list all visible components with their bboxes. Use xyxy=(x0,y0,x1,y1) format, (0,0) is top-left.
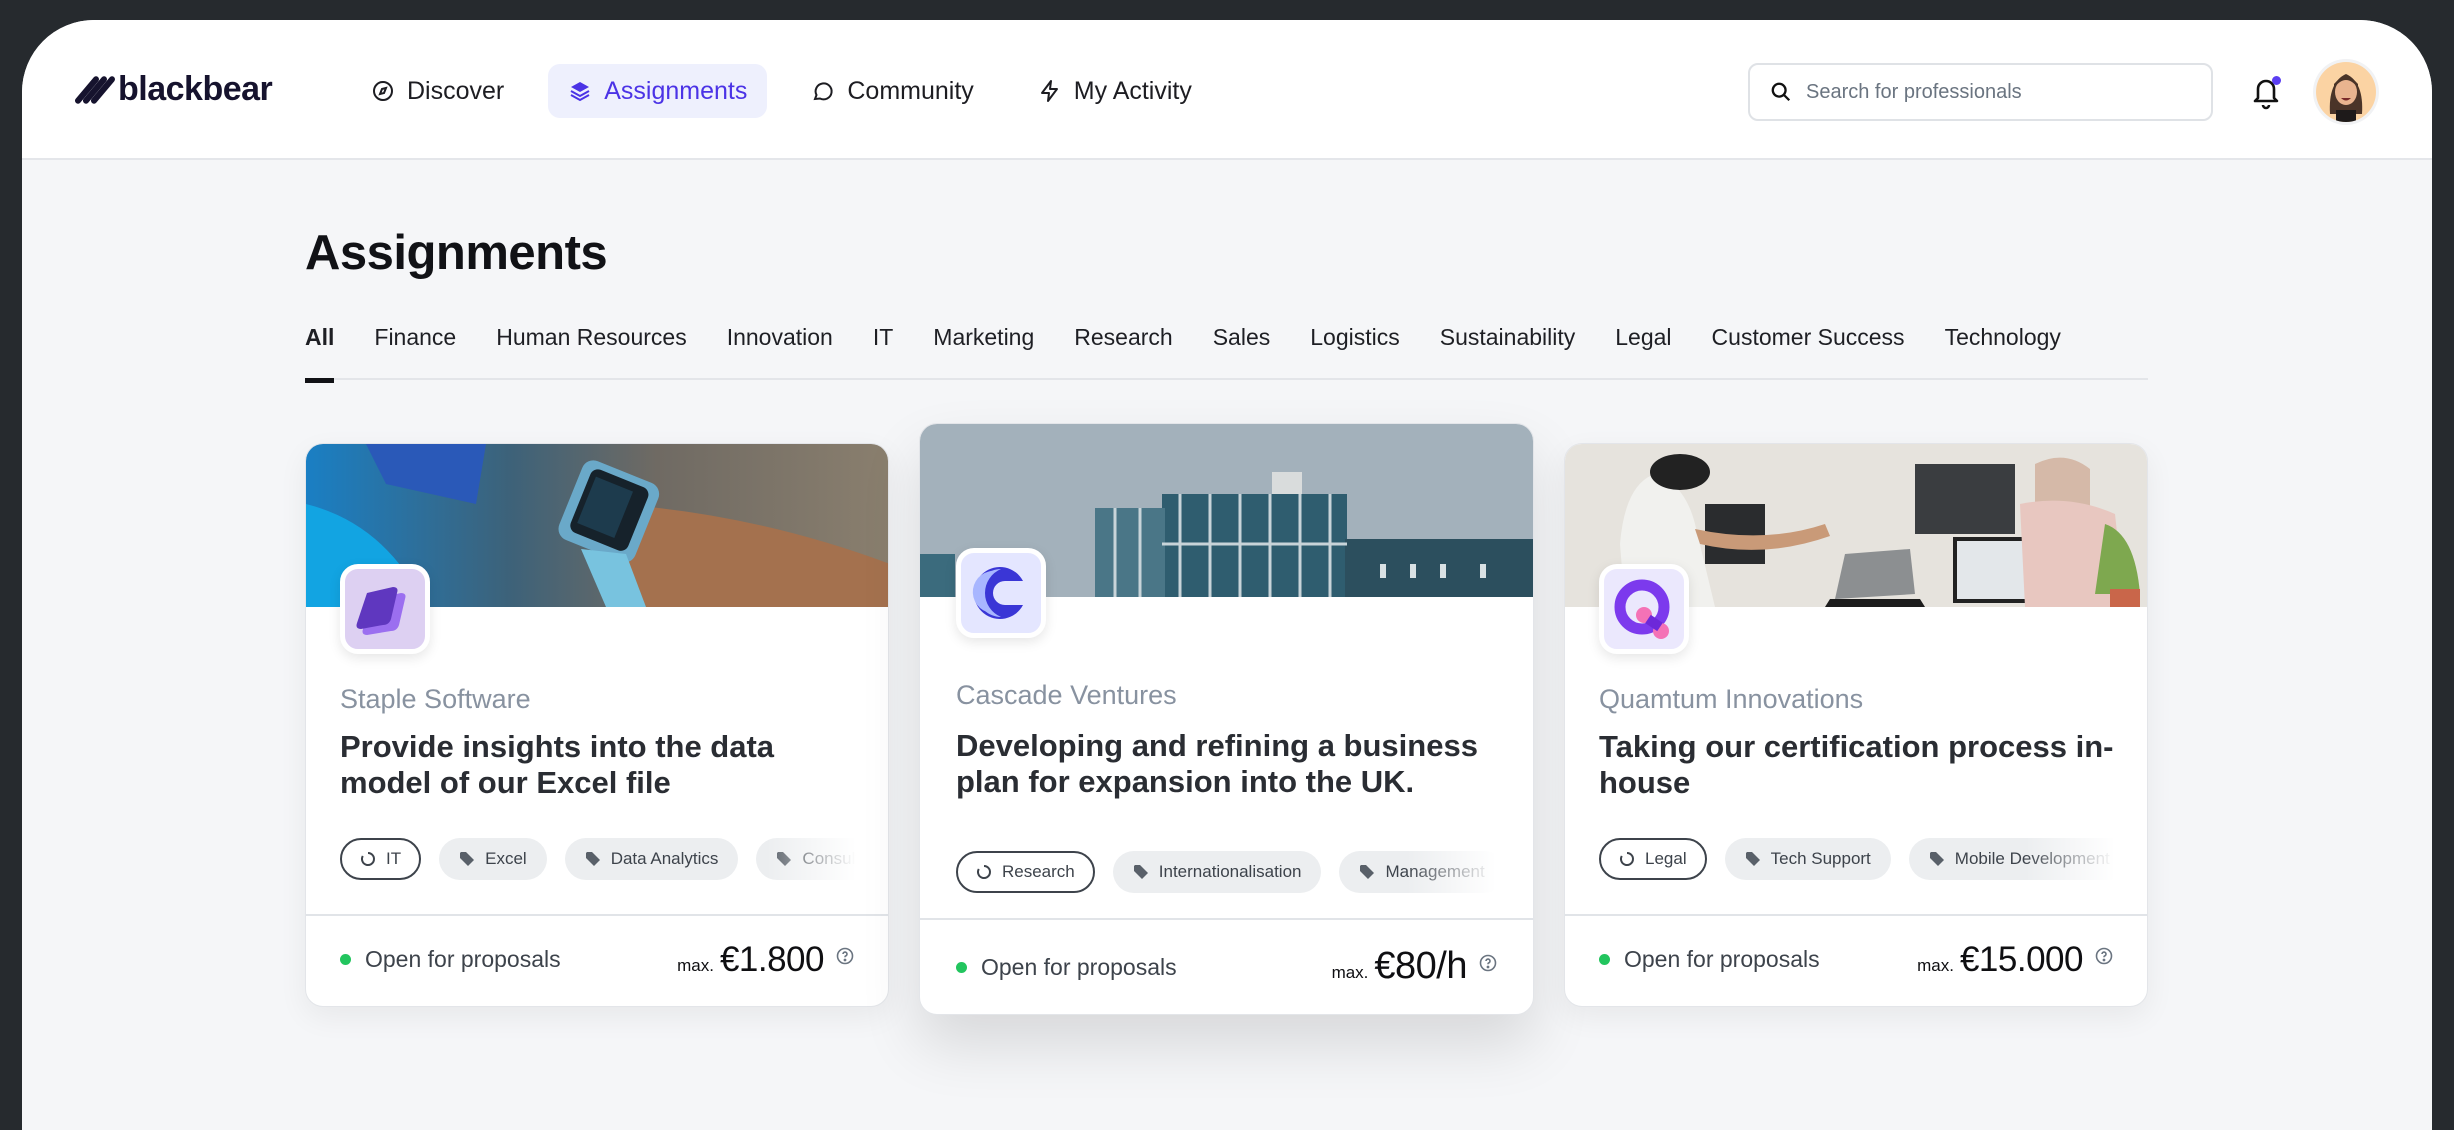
spinner-icon xyxy=(977,865,991,879)
app-window: blackbear Discover Assignments Community… xyxy=(22,20,2432,1130)
tab-logistics[interactable]: Logistics xyxy=(1310,320,1399,380)
status-dot xyxy=(340,954,351,965)
tag-icon xyxy=(1745,852,1760,866)
tag-chip[interactable]: Excel xyxy=(439,838,547,880)
tag-icon xyxy=(585,852,600,866)
company-logo xyxy=(340,564,430,654)
category-tabs: All Finance Human Resources Innovation I… xyxy=(305,320,2148,383)
help-icon[interactable] xyxy=(2095,947,2113,965)
tab-all[interactable]: All xyxy=(305,320,335,383)
company-logo xyxy=(956,548,1046,638)
nav-community[interactable]: Community xyxy=(791,64,993,118)
brand-name: blackbear xyxy=(118,70,273,108)
price: max. €15.000 xyxy=(1917,940,2113,980)
tag-chip[interactable]: Internationalisation xyxy=(1112,851,1322,893)
company-name: Quamtum Innovations xyxy=(1599,684,1864,714)
assignment-title[interactable]: Provide insights into the data model of … xyxy=(340,729,860,801)
chat-bubble-icon xyxy=(813,82,833,101)
assignment-title[interactable]: Taking our certification process in-hous… xyxy=(1599,729,2119,801)
logo-mark-icon xyxy=(73,72,117,108)
tab-innovation[interactable]: Innovation xyxy=(727,320,833,380)
search-icon xyxy=(1771,82,1791,102)
company-name: Staple Software xyxy=(340,684,531,714)
tab-technology[interactable]: Technology xyxy=(1945,320,2061,380)
help-icon[interactable] xyxy=(836,947,854,965)
tab-sales[interactable]: Sales xyxy=(1213,320,1271,380)
quamtum-logo-icon xyxy=(1614,579,1670,639)
status-badge: Open for proposals xyxy=(340,946,561,973)
help-icon[interactable] xyxy=(1479,954,1497,972)
tab-sustainability[interactable]: Sustainability xyxy=(1440,320,1576,380)
card-divider xyxy=(1565,914,2147,916)
tab-human-resources[interactable]: Human Resources xyxy=(496,320,686,380)
card-divider xyxy=(920,918,1533,920)
tab-legal[interactable]: Legal xyxy=(1615,320,1671,380)
page-title: Assignments xyxy=(305,226,608,280)
status-badge: Open for proposals xyxy=(956,954,1177,981)
tag-icon xyxy=(460,852,475,866)
tab-customer-success[interactable]: Customer Success xyxy=(1712,320,1905,380)
nav-my-activity[interactable]: My Activity xyxy=(1018,64,1212,118)
nav-label: Community xyxy=(847,76,974,105)
tag-list: Legal Tech Support Mobile Development xyxy=(1599,838,2115,882)
top-header: blackbear Discover Assignments Community… xyxy=(22,20,2432,160)
status-badge: Open for proposals xyxy=(1599,946,1820,973)
nav-label: Discover xyxy=(407,76,505,105)
tag-list: Research Internationalisation Management xyxy=(956,851,1496,895)
search-input[interactable] xyxy=(1806,80,2186,104)
tag-list: IT Excel Data Analytics Consulting xyxy=(340,838,856,882)
category-chip[interactable]: Legal xyxy=(1599,838,1707,880)
category-chip[interactable]: Research xyxy=(956,851,1095,893)
tag-icon xyxy=(1929,852,1944,866)
search-bar xyxy=(1748,63,2213,121)
spinner-icon xyxy=(361,852,375,866)
company-name: Cascade Ventures xyxy=(956,680,1177,710)
unread-indicator xyxy=(2272,76,2281,85)
price: max. €80/h xyxy=(1332,945,1497,988)
status-dot xyxy=(956,962,967,973)
compass-icon xyxy=(373,81,393,101)
price-amount: €1.800 xyxy=(719,940,825,979)
tab-research[interactable]: Research xyxy=(1074,320,1172,380)
tab-finance[interactable]: Finance xyxy=(374,320,456,380)
assignment-card[interactable]: Staple Software Provide insights into th… xyxy=(305,443,889,1007)
spinner-icon xyxy=(1620,852,1634,866)
staple-logo-icon xyxy=(356,587,406,635)
tab-it[interactable]: IT xyxy=(873,320,893,380)
tag-icon xyxy=(1133,865,1148,879)
category-chip[interactable]: IT xyxy=(340,838,422,880)
lightning-icon xyxy=(1040,80,1058,102)
price-amount: €15.000 xyxy=(1959,940,2084,979)
status-dot xyxy=(1599,954,1610,965)
main-nav: Discover Assignments Community My Activi… xyxy=(351,64,1212,118)
avatar-memoji-icon xyxy=(2329,74,2363,122)
tab-marketing[interactable]: Marketing xyxy=(933,320,1034,380)
tag-chip[interactable]: Data Analytics xyxy=(564,838,739,880)
user-avatar[interactable] xyxy=(2316,62,2376,122)
assignment-title[interactable]: Developing and refining a business plan … xyxy=(956,728,1496,800)
tag-chip[interactable]: Tech Support xyxy=(1724,838,1891,880)
assignment-card[interactable]: Cascade Ventures Developing and refining… xyxy=(919,423,1534,1015)
price: max. €1.800 xyxy=(677,940,854,980)
nav-label: Assignments xyxy=(604,76,748,105)
cascade-logo-icon xyxy=(972,567,1023,619)
assignment-card[interactable]: Quamtum Innovations Taking our certifica… xyxy=(1564,443,2148,1007)
nav-discover[interactable]: Discover xyxy=(351,64,524,118)
brand-logo[interactable]: blackbear xyxy=(73,70,273,109)
tag-icon xyxy=(1360,865,1375,879)
price-amount: €80/h xyxy=(1374,945,1467,987)
card-divider xyxy=(306,914,888,916)
layers-icon xyxy=(570,82,590,102)
nav-assignments[interactable]: Assignments xyxy=(548,64,768,118)
company-logo xyxy=(1599,564,1689,654)
nav-label: My Activity xyxy=(1073,76,1192,105)
notifications-button[interactable] xyxy=(2250,74,2282,110)
